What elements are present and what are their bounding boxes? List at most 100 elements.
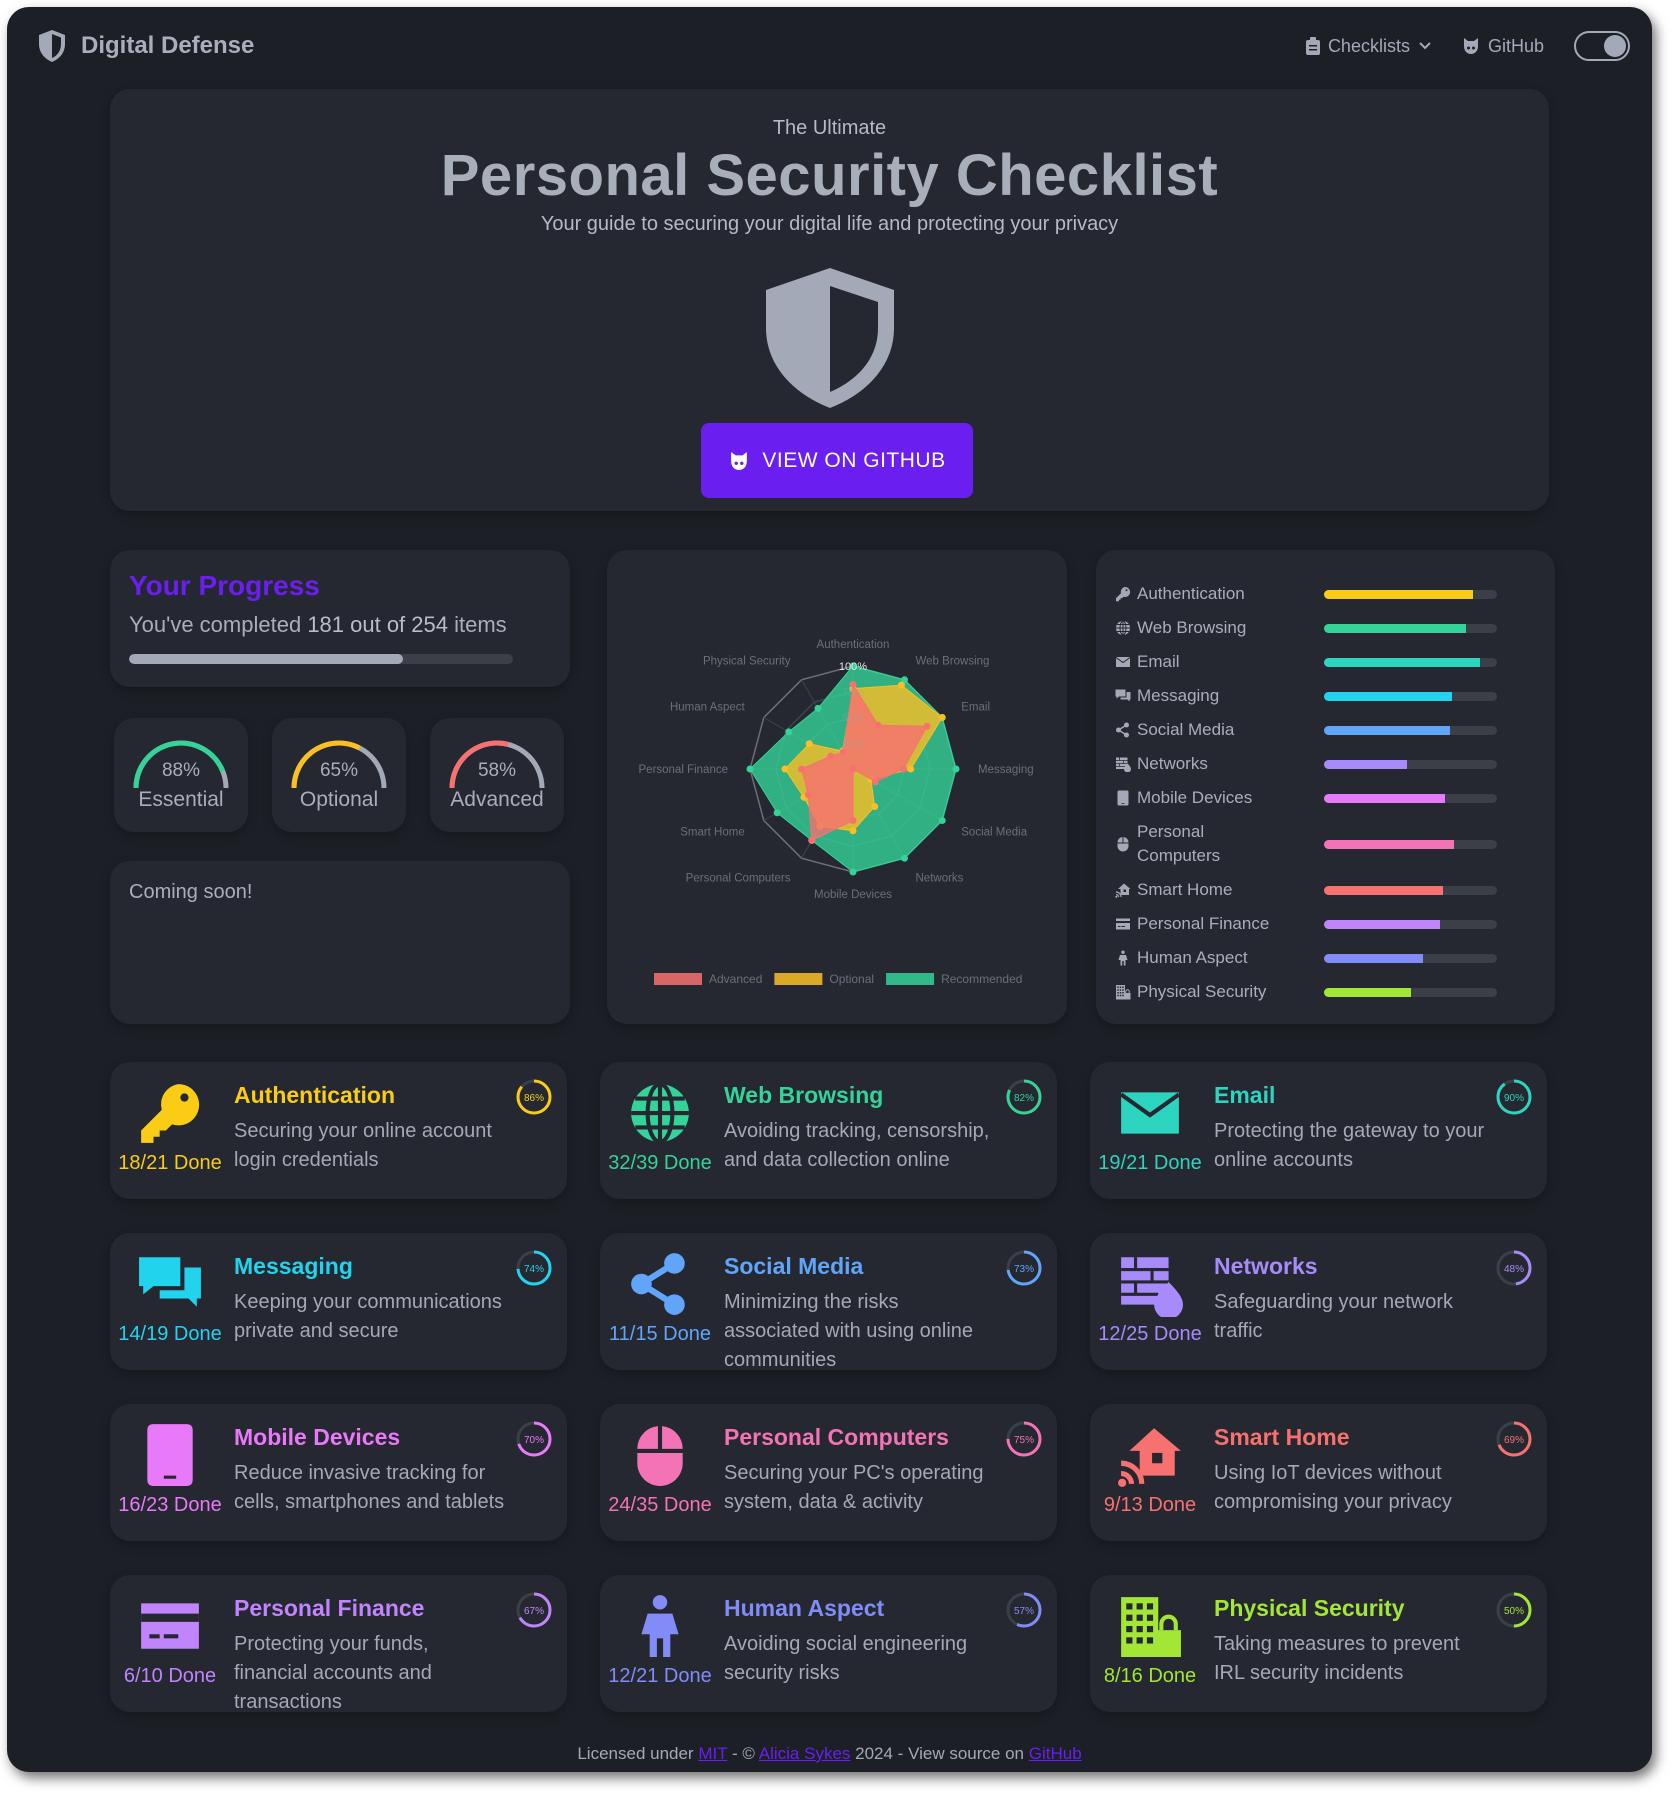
list-item[interactable]: Email xyxy=(1114,645,1537,679)
gauge-percent: 88% xyxy=(161,760,201,781)
list-item-progress-bar xyxy=(1324,885,1497,895)
axis-label: Personal Computers xyxy=(686,872,791,884)
category-icon-column: 18/21 Done xyxy=(118,1076,222,1199)
category-description: Minimizing the risks associated with usi… xyxy=(724,1291,974,1371)
clipboard-icon xyxy=(1305,37,1320,55)
list-item[interactable]: Mobile Devices xyxy=(1114,781,1537,815)
progress-ring-label: 86% xyxy=(524,1093,544,1104)
list-item-icon xyxy=(1114,950,1132,966)
axis-label: Mobile Devices xyxy=(814,889,892,901)
category-card-mobile-devices[interactable]: 16/23 Done Mobile Devices Reduce invasive … xyxy=(110,1404,567,1541)
category-card-email[interactable]: 19/21 Done Email Protecting the gateway to… xyxy=(1090,1062,1547,1199)
hero-subtitle: Your guide to securing your digital life… xyxy=(540,213,1119,235)
data-point xyxy=(798,765,805,773)
category-card-social-media[interactable]: 11/15 Done Social Media Minimizing the ris… xyxy=(600,1233,1057,1371)
list-item-label: Web Browsing xyxy=(1137,618,1247,637)
github-source-link[interactable]: GitHub xyxy=(1029,1744,1082,1763)
category-card-physical-security[interactable]: 8/16 Done Physical Security Taking measure… xyxy=(1090,1575,1547,1712)
progress-ring-label: 74% xyxy=(524,1264,544,1275)
progress-ring: 74% xyxy=(516,1250,552,1286)
tick-label: 75% xyxy=(842,687,864,699)
coming-soon-card: Coming soon! xyxy=(110,861,570,1024)
brand[interactable]: Digital Defense xyxy=(37,29,254,63)
category-done-count: 14/19 Done xyxy=(118,1323,222,1345)
category-card-smart-home[interactable]: 9/13 Done Smart Home Using IoT devices wit… xyxy=(1090,1404,1547,1541)
progress-title: Your Progress xyxy=(129,570,320,601)
progress-ring-label: 73% xyxy=(1014,1264,1034,1275)
list-item-label: Smart Home xyxy=(1137,880,1233,899)
view-on-github-button[interactable]: VIEW ON GITHUB xyxy=(701,423,973,498)
progress-ring: 67% xyxy=(516,1592,552,1628)
category-card-human-aspect[interactable]: 12/21 Done Human Aspect Avoiding social en… xyxy=(600,1575,1057,1712)
category-description: Protecting the gateway to your online ac… xyxy=(1214,1120,1485,1171)
data-point xyxy=(805,740,813,748)
mit-link[interactable]: MIT xyxy=(698,1744,727,1763)
chat-icon xyxy=(139,1257,201,1307)
list-item[interactable]: Networks xyxy=(1114,747,1537,781)
checklists-menu[interactable]: Checklists xyxy=(1305,36,1432,57)
list-item-progress-bar xyxy=(1324,987,1497,997)
list-item-label: Physical Security xyxy=(1137,982,1267,1001)
data-point xyxy=(849,827,857,835)
category-progress: 75% xyxy=(1005,1420,1043,1463)
axis-label: Physical Security xyxy=(703,656,791,668)
list-item[interactable]: Authentication xyxy=(1114,577,1537,611)
list-item-progress-fill xyxy=(1324,987,1411,997)
data-point xyxy=(907,765,915,773)
category-card-messaging[interactable]: 14/19 Done Messaging Keeping your communic… xyxy=(110,1233,567,1370)
key-icon xyxy=(1116,586,1131,602)
list-item[interactable]: Human Aspect xyxy=(1114,941,1537,975)
github-link[interactable]: GitHub xyxy=(1462,36,1544,57)
legend-label: Advanced xyxy=(709,972,762,986)
list-item[interactable]: Physical Security xyxy=(1114,975,1537,1009)
list-item[interactable]: Social Media xyxy=(1114,713,1537,747)
data-point xyxy=(808,836,816,844)
progress-ring-label: 69% xyxy=(1504,1435,1524,1446)
category-done-count: 16/23 Done xyxy=(118,1494,222,1516)
person-icon xyxy=(641,1595,679,1657)
data-point xyxy=(849,868,857,876)
progress-ring: 70% xyxy=(516,1421,552,1457)
legend-swatch xyxy=(886,973,935,985)
progress-ring: 82% xyxy=(1006,1079,1042,1115)
category-card-personal-computers[interactable]: 24/35 Done Personal Computers Securing you… xyxy=(600,1404,1057,1541)
category-description: Keeping your communications private and … xyxy=(234,1291,502,1342)
category-card-authentication[interactable]: 18/21 Done Authentication Securing your on… xyxy=(110,1062,567,1199)
category-title: Authentication xyxy=(234,1082,395,1108)
card-icon xyxy=(141,1603,199,1649)
category-card-web-browsing[interactable]: 32/39 Done Web Browsing Avoiding tracking,… xyxy=(600,1062,1057,1199)
category-card-personal-finance[interactable]: 6/10 Done Personal Finance Protecting your… xyxy=(110,1575,567,1713)
author-link[interactable]: Alicia Sykes xyxy=(759,1744,851,1763)
axis-label: Personal Finance xyxy=(639,764,729,776)
legend-item[interactable]: Advanced xyxy=(654,972,762,986)
category-card-networks[interactable]: 12/25 Done Networks Safeguarding your netw… xyxy=(1090,1233,1547,1370)
category-done-count: 6/10 Done xyxy=(123,1665,217,1687)
list-item-label: Personal Finance xyxy=(1137,914,1270,933)
list-item[interactable]: Personal Finance xyxy=(1114,907,1537,941)
axis-label: Human Aspect xyxy=(670,702,746,714)
progress-card: Your Progress You've completed 181 out o… xyxy=(110,550,570,687)
category-title: Personal Finance xyxy=(234,1595,425,1621)
list-item[interactable]: Messaging xyxy=(1114,679,1537,713)
progress-ring-label: 90% xyxy=(1504,1093,1524,1104)
theme-toggle[interactable] xyxy=(1574,31,1630,61)
view-on-github-label: VIEW ON GITHUB xyxy=(762,448,946,472)
category-description: Avoiding social engineering security ris… xyxy=(724,1633,968,1684)
list-item[interactable]: Personal Computers xyxy=(1114,815,1537,873)
axis-label: Messaging xyxy=(978,764,1034,776)
list-item-icon xyxy=(1114,916,1132,932)
list-item-progress-bar xyxy=(1324,657,1497,667)
progress-ring-label: 82% xyxy=(1014,1093,1034,1104)
list-item-icon xyxy=(1114,654,1132,670)
category-icon-column: 6/10 Done xyxy=(120,1589,220,1712)
overall-progress-fill xyxy=(129,654,403,664)
list-item[interactable]: Smart Home xyxy=(1114,873,1537,907)
list-item-progress-bar xyxy=(1324,759,1497,769)
category-done-count: 12/25 Done xyxy=(1098,1323,1202,1345)
legend-item[interactable]: Optional xyxy=(774,972,874,986)
legend-item[interactable]: Recommended xyxy=(886,972,1022,986)
axis-label: Web Browsing xyxy=(916,656,990,668)
tick-label: 100% xyxy=(839,661,867,673)
list-item[interactable]: Web Browsing xyxy=(1114,611,1537,645)
category-text: Physical Security Taking measures to prev… xyxy=(1214,1589,1531,1712)
